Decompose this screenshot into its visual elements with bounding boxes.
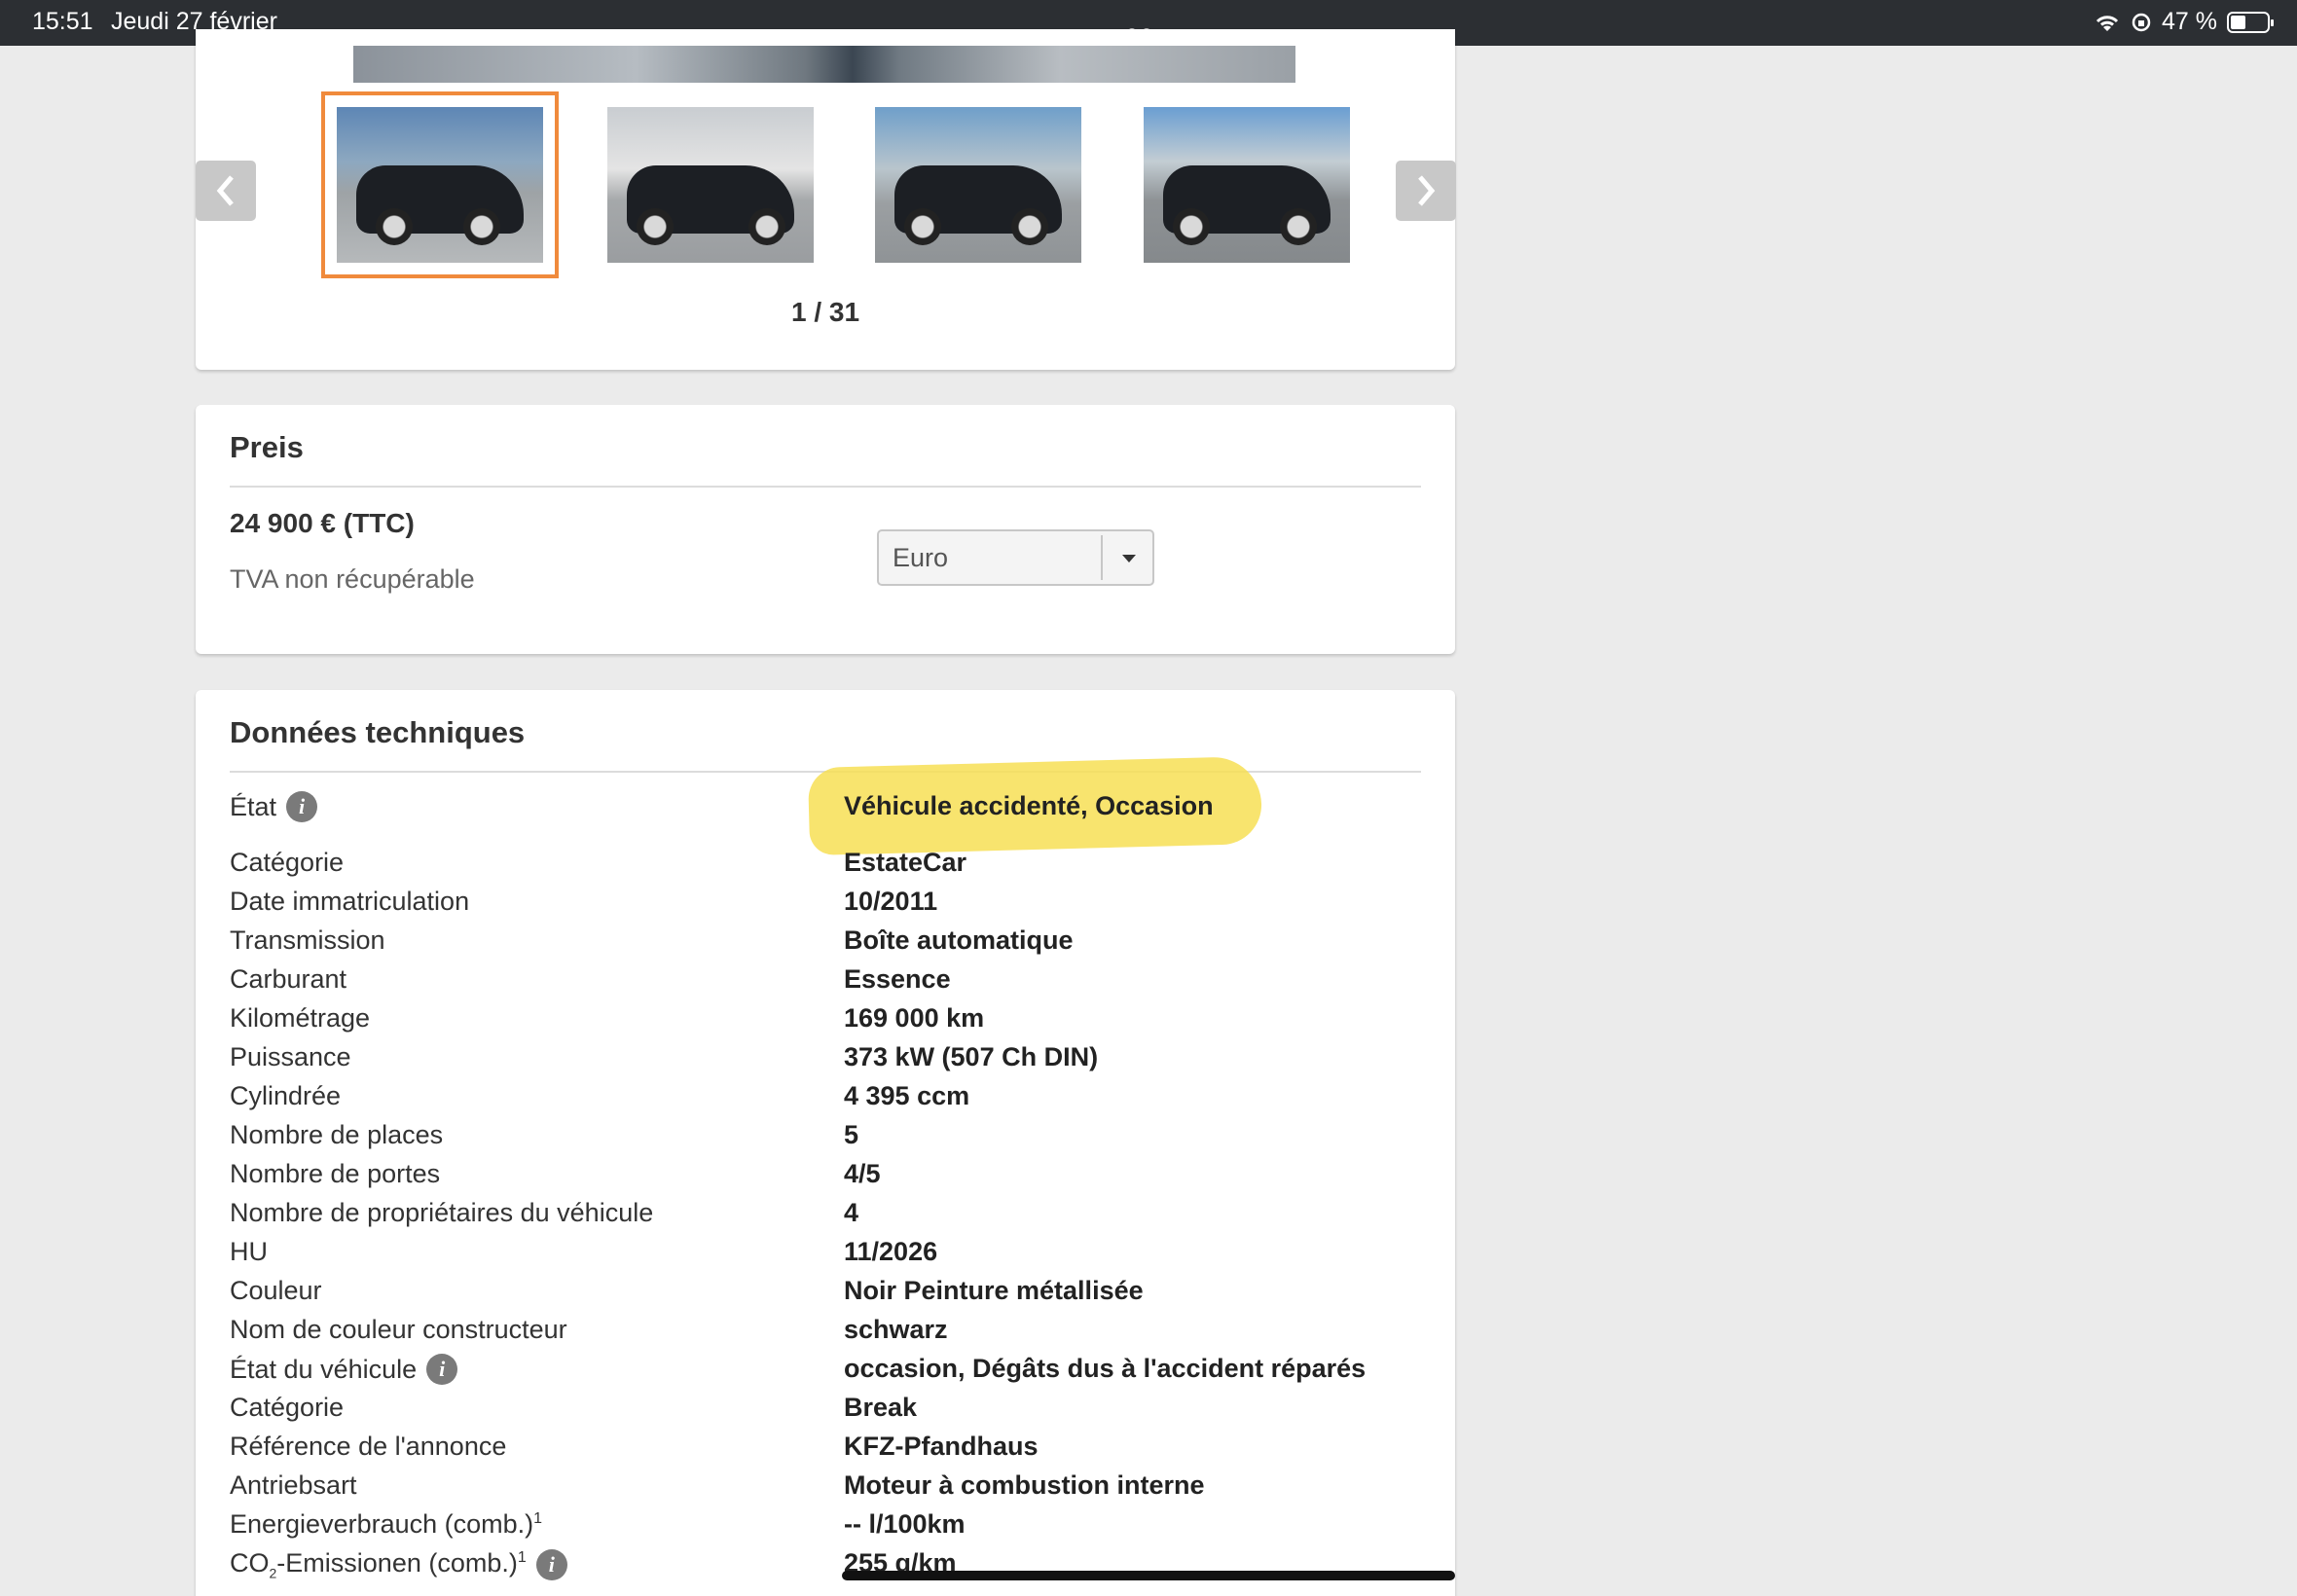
gallery-counter: 1 / 31 <box>790 297 860 327</box>
gallery-thumbnail[interactable] <box>875 107 1081 263</box>
spec-row: Puissance 373 kW (507 Ch DIN) <box>230 1042 1421 1081</box>
spec-row: Catégorie EstateCar <box>230 848 1421 887</box>
spec-label: Nom de couleur constructeur <box>230 1315 567 1344</box>
spec-row: Couleur Noir Peinture métallisée <box>230 1276 1421 1315</box>
spec-value: 4 395 ccm <box>844 1081 970 1110</box>
spec-value: Boîte automatique <box>844 925 1074 955</box>
image-gallery-card: 1 / 31 <box>196 29 1456 370</box>
spec-label: Nombre de portes <box>230 1159 441 1188</box>
spec-row: Date immatriculation 10/2011 <box>230 887 1421 925</box>
chevron-down-icon <box>1122 555 1136 562</box>
spec-value: EstateCar <box>844 848 967 877</box>
spec-label: Catégorie <box>230 848 345 877</box>
technical-data-title: Données techniques <box>230 715 526 749</box>
spec-value: 169 000 km <box>844 1003 985 1033</box>
divider <box>230 486 1421 488</box>
spec-label: Cylindrée <box>230 1081 342 1110</box>
orientation-lock-icon <box>2132 13 2151 31</box>
currency-select-value: Euro <box>893 543 949 572</box>
spec-row: Carburant Essence <box>230 964 1421 1003</box>
chevron-right-icon <box>1418 175 1436 206</box>
spec-row: Kilométrage 169 000 km <box>230 1003 1421 1042</box>
spec-row: HU 11/2026 <box>230 1237 1421 1276</box>
gallery-thumbnail[interactable] <box>607 107 814 263</box>
spec-label: Nombre de propriétaires du véhicule <box>230 1198 654 1227</box>
currency-select[interactable]: Euro <box>877 529 1154 586</box>
battery-percentage: 47 % <box>2162 8 2217 35</box>
spec-label: Nombre de places <box>230 1120 444 1149</box>
spec-label: État du véhicule <box>230 1354 418 1384</box>
spec-row: État i Véhicule accidenté, Occasion <box>230 791 1421 830</box>
info-icon[interactable]: i <box>535 1548 567 1580</box>
spec-value: 11/2026 <box>844 1237 938 1266</box>
spec-row: Transmission Boîte automatique <box>230 925 1421 964</box>
chevron-left-icon <box>216 175 234 206</box>
info-icon[interactable]: i <box>426 1354 458 1385</box>
spec-value: Moteur à combustion interne <box>844 1470 1205 1500</box>
spec-value: Essence <box>844 964 951 994</box>
gallery-thumbnail[interactable] <box>321 91 559 278</box>
spec-label: Référence de l'annonce <box>230 1432 507 1461</box>
spec-label: Kilométrage <box>230 1003 371 1033</box>
spec-value: 4/5 <box>844 1159 881 1188</box>
spec-value: Véhicule accidenté, Occasion <box>844 791 1214 820</box>
main-photo[interactable] <box>353 46 1295 83</box>
spec-label: Couleur <box>230 1276 322 1305</box>
spec-value: Noir Peinture métallisée <box>844 1276 1144 1305</box>
gallery-prev-button[interactable] <box>196 161 256 221</box>
spec-label: Date immatriculation <box>230 887 470 916</box>
spec-label: État <box>230 791 277 821</box>
spec-row: Nombre de propriétaires du véhicule 4 <box>230 1198 1421 1237</box>
wifi-icon <box>2096 15 2119 31</box>
spec-value: 373 kW (507 Ch DIN) <box>844 1042 1099 1071</box>
spec-row: CO2-Emissionen (comb.)1 i 255 g/km <box>230 1548 1421 1587</box>
spec-label: Carburant <box>230 964 347 994</box>
gallery-next-button[interactable] <box>1396 161 1456 221</box>
spec-row: Catégorie Break <box>230 1393 1421 1432</box>
battery-icon <box>2227 11 2274 33</box>
price-title: Preis <box>230 430 304 464</box>
spec-row: Antriebsart Moteur à combustion interne <box>230 1470 1421 1509</box>
spec-value: 5 <box>844 1120 859 1149</box>
gallery-thumbnail[interactable] <box>1144 107 1350 263</box>
price-card: Preis 24 900 € (TTC) TVA non récupérable… <box>196 405 1455 654</box>
vat-note: TVA non récupérable <box>230 564 475 594</box>
spec-value: Break <box>844 1393 918 1422</box>
spec-label: Puissance <box>230 1042 351 1071</box>
home-indicator[interactable] <box>842 1571 1455 1580</box>
spec-value: 4 <box>844 1198 859 1227</box>
spec-row: Energieverbrauch (comb.)1 -- l/100km <box>230 1509 1421 1548</box>
spec-value: 10/2011 <box>844 887 938 916</box>
spec-label-wrap: CO2-Emissionen (comb.)1 i <box>230 1548 567 1580</box>
spec-value: KFZ-Pfandhaus <box>844 1432 1039 1461</box>
technical-data-card: Données techniques État i Véhicule accide… <box>196 690 1455 1596</box>
spec-row: Cylindrée 4 395 ccm <box>230 1081 1421 1120</box>
spec-value: occasion, Dégâts dus à l'accident réparé… <box>844 1354 1367 1383</box>
spec-value: schwarz <box>844 1315 948 1344</box>
spec-label-prefix: CO <box>230 1548 270 1578</box>
spec-row: État du véhicule i occasion, Dégâts dus à… <box>230 1354 1421 1393</box>
footnote-marker: 1 <box>517 1549 527 1566</box>
spec-label: Transmission <box>230 925 385 955</box>
spec-row: Référence de l'annonce KFZ-Pfandhaus <box>230 1432 1421 1470</box>
footnote-marker: 1 <box>533 1510 543 1527</box>
spec-label: HU <box>230 1237 268 1266</box>
spec-label: Antriebsart <box>230 1470 357 1500</box>
spec-row: Nombre de places 5 <box>230 1120 1421 1159</box>
spec-label: Catégorie <box>230 1393 345 1422</box>
spec-label: -Emissionen (comb.) <box>276 1548 518 1578</box>
spec-label: Energieverbrauch (comb.) <box>230 1509 534 1539</box>
spec-row: Nombre de portes 4/5 <box>230 1159 1421 1198</box>
spec-value: -- l/100km <box>844 1509 966 1539</box>
info-icon[interactable]: i <box>286 791 318 822</box>
multitasking-dots-icon[interactable] <box>1127 17 1170 66</box>
spec-label-wrap: Energieverbrauch (comb.)1 <box>230 1509 542 1540</box>
price-amount: 24 900 € (TTC) <box>230 508 415 538</box>
spec-row: Nom de couleur constructeur schwarz <box>230 1315 1421 1354</box>
status-time: 15:51 <box>32 8 93 35</box>
